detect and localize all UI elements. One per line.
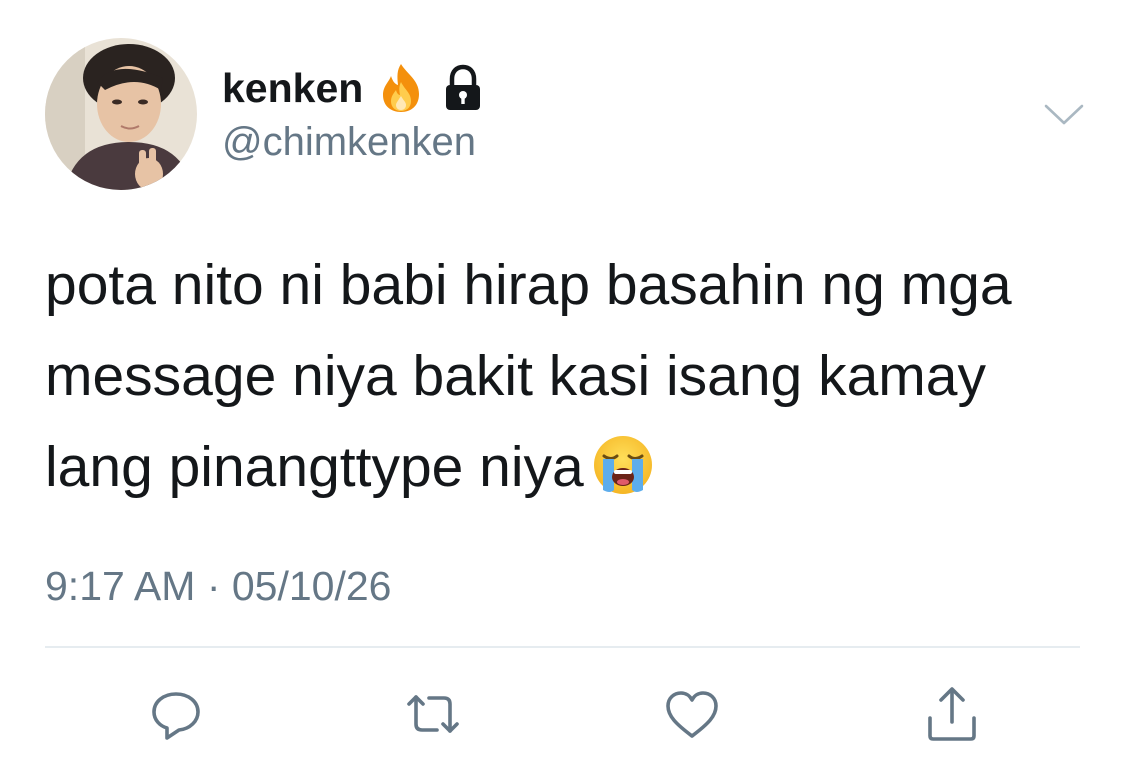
tweet-text: pota nito ni babi hirap basahin ng mga m… bbox=[45, 240, 1095, 513]
retweet-icon[interactable] bbox=[403, 684, 463, 744]
chevron-down-icon[interactable] bbox=[1042, 96, 1086, 132]
lock-icon bbox=[439, 62, 487, 114]
tweet-timestamp: 9:17 AM · 05/10/26 bbox=[45, 563, 392, 609]
display-name[interactable]: kenken bbox=[222, 62, 363, 114]
loudly-crying-face-icon bbox=[592, 434, 654, 496]
share-icon[interactable] bbox=[922, 684, 982, 744]
tweet-text-line-3: lang pinangttype niya bbox=[45, 435, 584, 499]
user-handle[interactable]: @chimkenken bbox=[222, 116, 476, 168]
tweet-text-line-2: message niya bakit kasi isang kamay bbox=[45, 344, 986, 408]
reply-icon[interactable] bbox=[146, 684, 206, 744]
avatar[interactable] bbox=[45, 38, 197, 190]
like-icon[interactable] bbox=[662, 684, 722, 744]
tweet-text-line-1: pota nito ni babi hirap basahin ng mga bbox=[45, 253, 1012, 317]
divider bbox=[45, 646, 1080, 648]
display-name-row: kenken bbox=[222, 62, 487, 114]
fire-icon bbox=[377, 62, 425, 114]
